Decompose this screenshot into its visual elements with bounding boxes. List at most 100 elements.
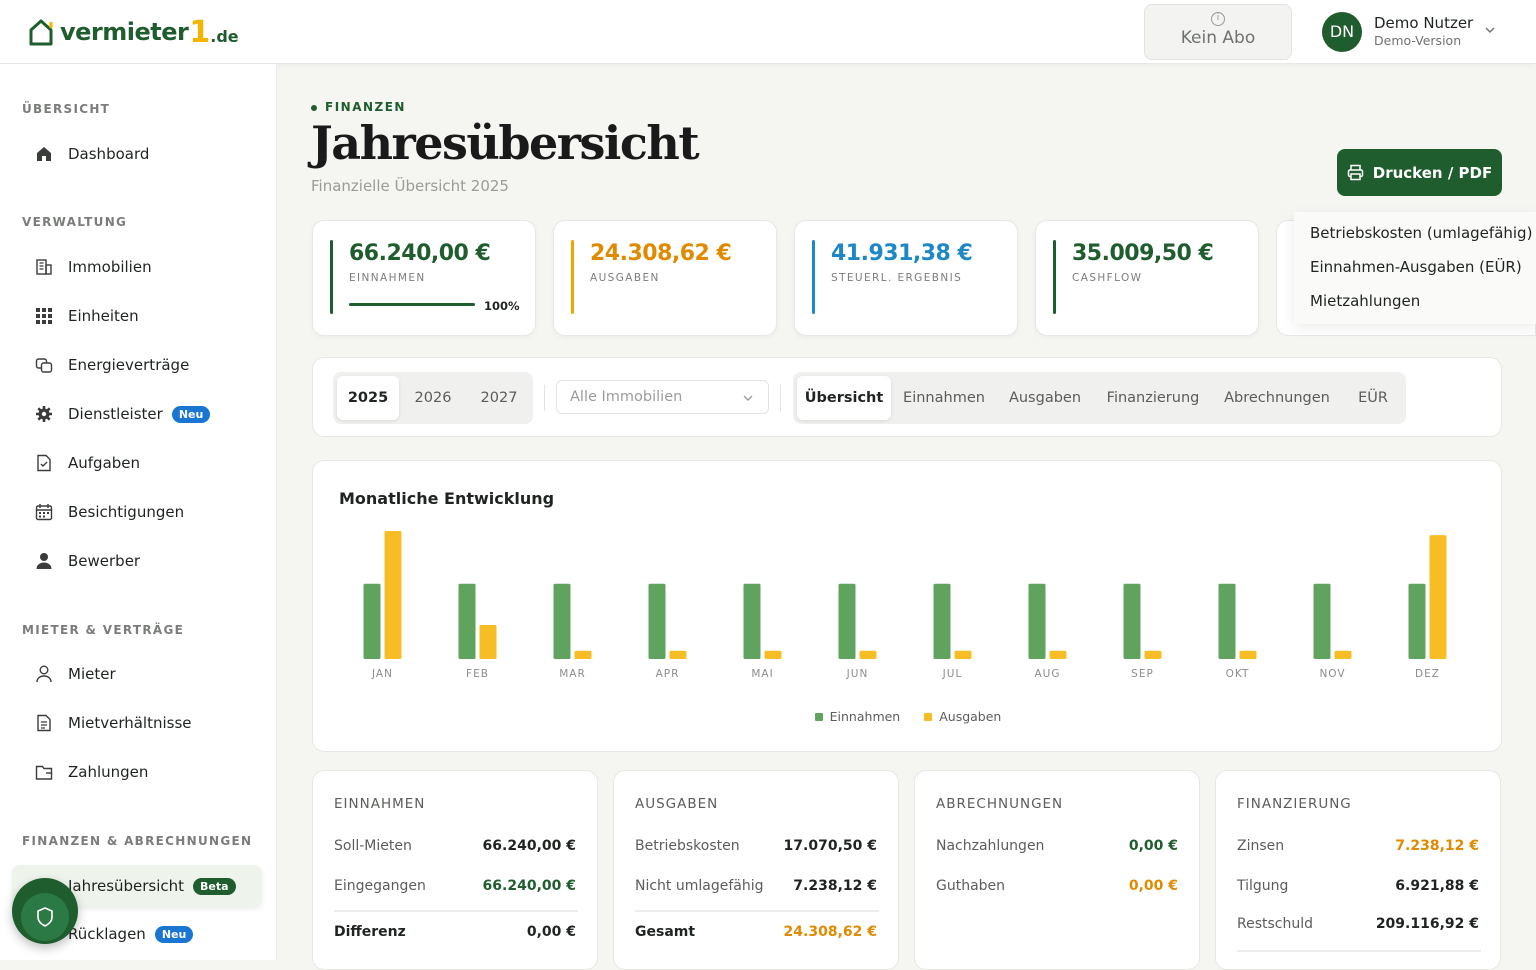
user-name[interactable]: Demo Nutzer <box>1374 14 1473 32</box>
bar-einnahmen-feb[interactable] <box>458 583 476 659</box>
bar-einnahmen-okt[interactable] <box>1218 583 1236 659</box>
row-value: 7.238,12 € <box>1395 838 1479 854</box>
kpi-accent <box>1053 240 1056 314</box>
row-value: 0,00 € <box>1128 878 1178 894</box>
person-icon <box>34 664 54 684</box>
bar-ausgaben-jul[interactable] <box>954 650 972 659</box>
bar-einnahmen-mai[interactable] <box>743 583 761 659</box>
kpi-steuerl-ergebnis: 41.931,38 € STEUERL. ERGEBNIS <box>794 220 1018 336</box>
kpi-cashflow: 35.009,50 € CASHFLOW <box>1035 220 1259 336</box>
divider <box>635 910 879 912</box>
bar-einnahmen-mar[interactable] <box>553 583 571 659</box>
sidebar-item-dashboard[interactable]: Dashboard <box>22 134 262 174</box>
bar-einnahmen-jan[interactable] <box>363 583 381 659</box>
brand-logo[interactable]: vermieter 1 .de <box>28 15 239 50</box>
row-label: Zinsen <box>1237 838 1285 854</box>
user-icon <box>34 551 54 571</box>
subscription-button[interactable]: i Kein Abo <box>1144 4 1292 60</box>
monthly-chart-card: Monatliche Entwicklung JAN FEB MAR APR MAI JU… <box>312 460 1502 752</box>
sidebar-item-label: Dienstleister <box>68 405 163 423</box>
bar-ausgaben-dez[interactable] <box>1429 535 1447 659</box>
bar-ausgaben-mai[interactable] <box>764 650 782 659</box>
year-2026[interactable]: 2026 <box>402 376 464 420</box>
row-label: Restschuld <box>1237 916 1314 932</box>
sidebar-item-aufgaben[interactable]: Aufgaben <box>22 443 262 483</box>
bar-ausgaben-apr[interactable] <box>669 650 687 659</box>
sidebar-item-zahlungen[interactable]: Zahlungen <box>22 752 262 792</box>
tab-euer[interactable]: EÜR <box>1345 376 1401 420</box>
sidebar-item-label: Rücklagen <box>68 925 146 943</box>
privacy-shield-button[interactable] <box>12 878 78 944</box>
sidebar-item-immobilien[interactable]: Immobilien <box>22 247 262 287</box>
year-2025[interactable]: 2025 <box>337 376 399 420</box>
bar-ausgaben-jun[interactable] <box>859 650 877 659</box>
bar-einnahmen-jul[interactable] <box>933 583 951 659</box>
sidebar-group-mieter: MIETER & VERTRÄGE <box>22 623 185 637</box>
year-2027[interactable]: 2027 <box>468 376 530 420</box>
tab-einnahmen[interactable]: Einnahmen <box>895 376 993 420</box>
sidebar-item-label: Mieter <box>68 665 116 683</box>
page-subtitle: Finanzielle Übersicht 2025 <box>311 177 509 195</box>
tab-finanzierung[interactable]: Finanzierung <box>1097 376 1209 420</box>
new-badge: Neu <box>154 925 194 943</box>
chevron-down-icon[interactable] <box>1484 24 1496 36</box>
wallet-icon <box>34 762 54 782</box>
sum-value: 0,00 € <box>526 924 576 940</box>
sidebar-item-energievertraege[interactable]: Energieverträge <box>22 345 262 385</box>
bar-einnahmen-apr[interactable] <box>648 583 666 659</box>
row-value: 6.921,88 € <box>1395 878 1479 894</box>
row-value: 66.240,00 € <box>482 878 576 894</box>
section-tabs: Übersicht Einnahmen Ausgaben Finanzierun… <box>793 372 1406 424</box>
legend-swatch <box>924 713 933 721</box>
brand-tld: .de <box>210 26 239 46</box>
bar-ausgaben-okt[interactable] <box>1239 650 1257 659</box>
bar-einnahmen-jun[interactable] <box>838 583 856 659</box>
divider <box>334 910 578 912</box>
kpi-value: 66.240,00 € <box>349 241 491 266</box>
bar-ausgaben-aug[interactable] <box>1049 650 1067 659</box>
bar-ausgaben-jan[interactable] <box>384 531 402 659</box>
printer-icon <box>1347 164 1364 181</box>
kpi-einnahmen: 66.240,00 € EINNAHMEN 100% <box>312 220 536 336</box>
divider <box>780 385 781 411</box>
bar-einnahmen-nov[interactable] <box>1313 583 1331 659</box>
tab-abrechnungen[interactable]: Abrechnungen <box>1213 376 1341 420</box>
sidebar-item-einheiten[interactable]: Einheiten <box>22 296 262 336</box>
bar-einnahmen-sep[interactable] <box>1123 583 1141 659</box>
bar-ausgaben-nov[interactable] <box>1334 650 1352 659</box>
kpi-label: AUSGABEN <box>590 272 660 284</box>
avatar[interactable]: DN <box>1322 12 1362 52</box>
kpi-progress-bar <box>349 303 475 306</box>
eyebrow-label: FINANZEN <box>325 100 406 114</box>
tab-uebersicht[interactable]: Übersicht <box>797 376 891 420</box>
sidebar-item-dienstleister[interactable]: Dienstleister Neu <box>22 394 262 434</box>
x-tick-label: JUN <box>846 668 869 680</box>
print-label: Drucken / PDF <box>1372 163 1493 182</box>
kpi-ausgaben: 24.308,62 € AUSGABEN <box>553 220 777 336</box>
tab-ausgaben[interactable]: Ausgaben <box>997 376 1093 420</box>
dropdown-item-betriebskosten[interactable]: Betriebskosten (umlagefähig) <box>1310 224 1532 242</box>
property-select[interactable]: Alle Immobilien <box>556 380 769 414</box>
bar-ausgaben-feb[interactable] <box>479 625 497 659</box>
dropdown-item-euer[interactable]: Einnahmen-Ausgaben (EÜR) <box>1310 258 1522 276</box>
print-pdf-button[interactable]: Drucken / PDF <box>1337 149 1502 196</box>
card-ausgaben: AUSGABEN Betriebskosten 17.070,50 € Nich… <box>613 770 899 970</box>
dropdown-item-mietzahlungen[interactable]: Mietzahlungen <box>1310 292 1420 310</box>
bar-ausgaben-sep[interactable] <box>1144 650 1162 659</box>
sidebar-item-mieter[interactable]: Mieter <box>22 654 262 694</box>
sidebar-item-bewerber[interactable]: Bewerber <box>22 541 262 581</box>
bar-einnahmen-aug[interactable] <box>1028 583 1046 659</box>
bar-ausgaben-mar[interactable] <box>574 650 592 659</box>
bar-einnahmen-dez[interactable] <box>1408 583 1426 659</box>
subscription-label: Kein Abo <box>1180 28 1256 48</box>
x-tick-label: APR <box>656 668 680 680</box>
contract-icon <box>34 355 54 375</box>
row-value: 17.070,50 € <box>783 838 877 854</box>
x-tick-label: FEB <box>466 668 489 680</box>
sidebar-item-besichtigungen[interactable]: Besichtigungen <box>22 492 262 532</box>
row-label: Betriebskosten <box>635 838 740 854</box>
legend-item-einnahmen: Einnahmen <box>814 709 900 724</box>
sidebar-item-mietverhaeltnisse[interactable]: Mietverhältnisse <box>22 703 262 743</box>
row-label: Eingegangen <box>334 878 426 894</box>
row-label: Soll-Mieten <box>334 838 412 854</box>
